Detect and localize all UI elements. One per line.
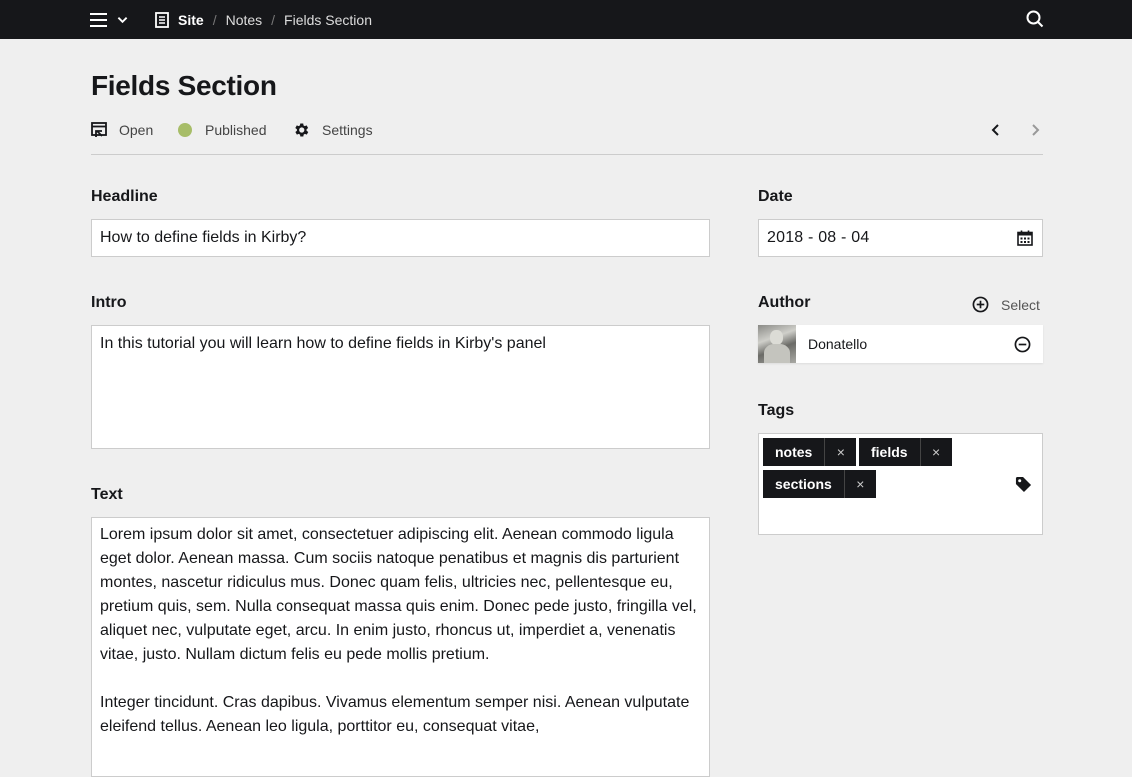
author-label: Author (758, 294, 811, 311)
intro-label: Intro (91, 294, 127, 311)
open-icon (91, 122, 107, 137)
remove-circle-icon[interactable] (1014, 336, 1031, 353)
breadcrumb-site[interactable]: Site (155, 12, 204, 28)
date-input[interactable]: 2018 - 08 - 04 (758, 219, 1043, 257)
chevron-left-icon (991, 124, 999, 136)
breadcrumb-separator: / (271, 11, 276, 28)
settings-button[interactable]: Settings (292, 120, 373, 140)
author-select-label: Select (1001, 296, 1040, 313)
breadcrumb-notes[interactable]: Notes (226, 12, 263, 28)
headline-label: Headline (91, 188, 158, 205)
header-options: Open Published Settings (91, 120, 1043, 155)
text-textarea[interactable]: Lorem ipsum dolor sit amet, consectetuer… (91, 517, 710, 777)
chevron-down-icon (117, 17, 128, 24)
tag-remove-button[interactable]: × (919, 438, 952, 466)
menu-button[interactable] (90, 11, 132, 29)
topbar: Site / Notes / Fields Section (0, 0, 1132, 39)
breadcrumb: Site / Notes / Fields Section (155, 0, 372, 39)
tag-remove-button[interactable]: × (843, 470, 876, 498)
status-dot-icon (178, 123, 192, 137)
author-name: Donatello (808, 336, 868, 352)
breadcrumb-fields-section[interactable]: Fields Section (284, 12, 372, 28)
headline-input[interactable]: How to define fields in Kirby? (91, 219, 710, 257)
calendar-icon[interactable] (1017, 230, 1033, 246)
avatar (758, 325, 796, 363)
search-button[interactable] (1026, 10, 1044, 28)
hamburger-icon (90, 13, 107, 27)
add-circle-icon (972, 296, 989, 313)
settings-label: Settings (322, 122, 373, 138)
status-button[interactable]: Published (178, 120, 267, 140)
search-icon (1026, 10, 1044, 28)
text-paragraph: Lorem ipsum dolor sit amet, consectetuer… (100, 526, 697, 663)
tag-icon (1015, 476, 1032, 493)
intro-text: In this tutorial you will learn how to d… (100, 335, 546, 352)
page-title: Fields Section (91, 70, 277, 101)
tag-sections[interactable]: sections × (763, 470, 876, 498)
tag-label: fields (871, 444, 908, 460)
breadcrumb-separator: / (212, 11, 217, 28)
next-page-button[interactable] (1027, 122, 1043, 138)
chevron-right-icon (1032, 124, 1040, 136)
date-value: 2018 - 08 - 04 (767, 229, 870, 246)
intro-textarea[interactable]: In this tutorial you will learn how to d… (91, 325, 710, 449)
tag-notes[interactable]: notes × (763, 438, 857, 466)
status-label: Published (205, 122, 267, 138)
open-label: Open (119, 122, 154, 138)
page-icon (155, 11, 169, 28)
tags-label: Tags (758, 402, 795, 419)
prev-page-button[interactable] (988, 122, 1004, 138)
tag-label: sections (775, 476, 832, 492)
text-paragraph: Integer tincidunt. Cras dapibus. Vivamus… (100, 694, 690, 735)
tags-input[interactable]: notes × fields × sections × (758, 433, 1043, 535)
author-select-button[interactable]: Select (972, 296, 1040, 313)
tag-remove-button[interactable]: × (824, 438, 856, 466)
tag-fields[interactable]: fields × (859, 438, 952, 466)
date-label: Date (758, 188, 793, 205)
tag-label: notes (775, 444, 813, 460)
open-button[interactable]: Open (91, 120, 153, 140)
author-item[interactable]: Donatello (758, 325, 1043, 363)
gear-icon (295, 123, 309, 137)
text-label: Text (91, 486, 123, 503)
breadcrumb-site-label: Site (178, 11, 204, 28)
